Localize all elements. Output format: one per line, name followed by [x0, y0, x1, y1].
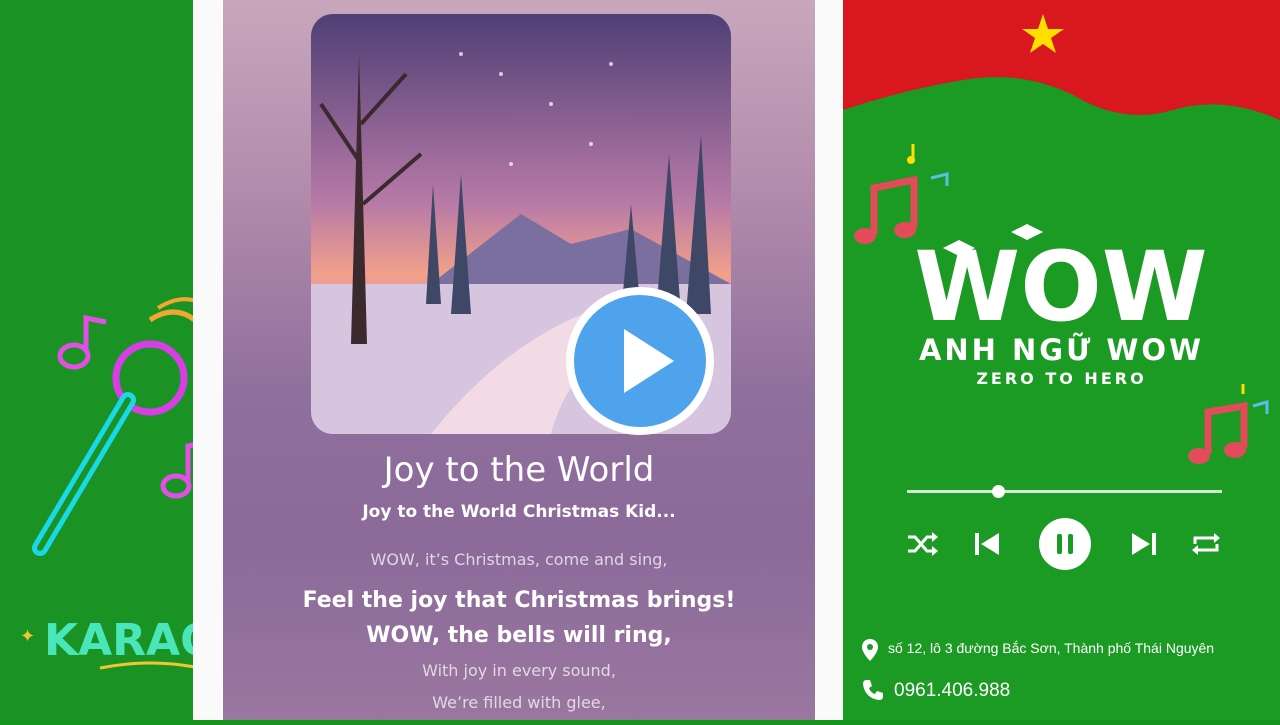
left-decoration-panel: KARAOKÊ ✦ ✦ [0, 0, 287, 720]
lyric-line-current: WOW, the bells will ring, [366, 623, 672, 648]
lyric-line: WOW, it’s Christmas, come and sing, [370, 550, 668, 569]
previous-icon[interactable] [973, 530, 1001, 558]
lyric-line: With joy in every sound, [422, 661, 616, 680]
music-note-icon [1188, 384, 1269, 464]
divider [193, 0, 223, 720]
music-note-icon [854, 175, 918, 244]
phone-number: 0961.406.988 [894, 680, 1011, 701]
song-title: Joy to the World [383, 450, 655, 490]
address-text: số 12, lô 3 đường Bắc Sơn, Thành phố Thá… [888, 640, 1215, 656]
karaoke-label: KARAOKÊ [44, 613, 193, 666]
brand-tagline: ZERO TO HERO [976, 369, 1147, 388]
phone-icon [863, 680, 883, 700]
karaoke-decoration: KARAOKÊ ✦ ✦ [20, 297, 287, 670]
pause-button[interactable] [1039, 518, 1091, 570]
music-note-icon [160, 437, 228, 499]
now-playing-panel: Joy to the World Joy to the World Christ… [223, 0, 815, 720]
brand-panel: WOW ANH NGỮ WOW ZERO TO HERO số 12, lô 3… [843, 0, 1280, 720]
divider [815, 0, 843, 720]
repeat-icon[interactable] [1189, 530, 1223, 558]
progress-track[interactable] [907, 490, 1222, 493]
video-play-button[interactable] [566, 287, 714, 435]
play-icon [624, 329, 674, 393]
music-note-icon [57, 314, 107, 370]
brand-name: ANH NGỮ WOW [918, 333, 1205, 367]
shuffle-icon[interactable] [905, 530, 939, 558]
next-icon[interactable] [1130, 530, 1158, 558]
pause-icon [1057, 534, 1073, 554]
vietnam-flag [843, 0, 1280, 120]
lyric-line-current: Feel the joy that Christmas brings! [302, 588, 736, 613]
location-pin-icon [862, 639, 878, 661]
lyric-line: We’re filled with glee, [432, 693, 606, 712]
microphone-icon [32, 297, 224, 556]
song-subtitle: Joy to the World Christmas Kid... [362, 502, 676, 522]
svg-text:✦: ✦ [20, 626, 35, 646]
